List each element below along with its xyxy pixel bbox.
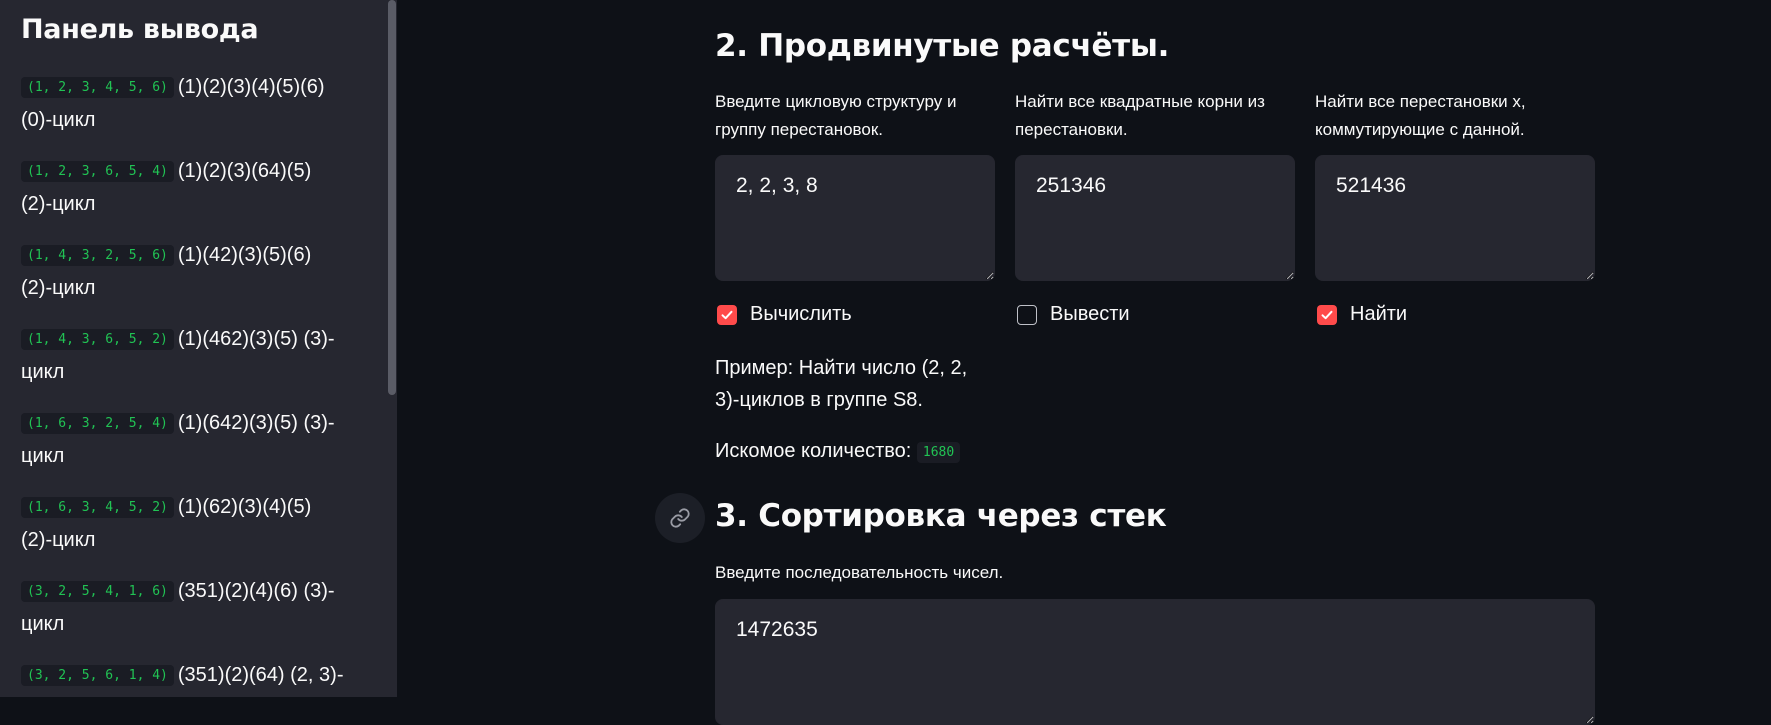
commuting-label: Найти все перестановки x, коммутирующие … xyxy=(1315,92,1526,139)
permutation-code: (1, 6, 3, 2, 5, 4) xyxy=(21,413,174,434)
output-item: (1, 2, 3, 4, 5, 6) (1)(2)(3)(4)(5)(6) (0)-… xyxy=(21,72,371,156)
find-checkbox-label: Найти xyxy=(1350,303,1408,325)
cycle-notation: (1)(2)(3)(64)(5) xyxy=(177,160,312,182)
result-value: 1680 xyxy=(916,442,961,463)
permutation-code: (3, 2, 5, 4, 1, 6) xyxy=(21,581,174,602)
permutation-code: (1, 2, 3, 4, 5, 6) xyxy=(21,77,174,98)
cycle-type: (2)-цикл xyxy=(21,193,96,215)
permutation-code: (1, 6, 3, 4, 5, 2) xyxy=(21,497,174,518)
find-checkbox[interactable]: Найти xyxy=(1317,303,1407,326)
compute-checkbox-label: Вычислить xyxy=(750,303,852,325)
permutation-code: (1, 2, 3, 6, 5, 4) xyxy=(21,161,174,182)
output-item: (1, 6, 3, 2, 5, 4) (1)(642)(3)(5) (3)- цик… xyxy=(21,408,371,492)
cycle-notation: (1)(62)(3)(4)(5) xyxy=(177,496,312,518)
cycle-notation: (351)(2)(4)(6) (3)- xyxy=(177,580,335,602)
checkmark-icon[interactable] xyxy=(717,304,737,325)
result-line: Искомое количество: 1680 xyxy=(715,435,961,470)
cycle-notation: (1)(642)(3)(5) (3)- xyxy=(177,412,335,434)
sidebar-scrollbar[interactable] xyxy=(388,0,396,395)
section-3-title: 3. Сортировка через стек xyxy=(715,498,1167,534)
cycle-type: цикл xyxy=(21,445,65,467)
permutation-code: (1, 4, 3, 6, 5, 2) xyxy=(21,329,174,350)
output-item: (3, 2, 5, 6, 1, 4) (351)(2)(64) (2, 3)- xyxy=(21,660,371,697)
section-2-title: 2. Продвинутые расчёты. xyxy=(715,28,1170,64)
link-icon[interactable] xyxy=(655,493,705,543)
output-item: (1, 4, 3, 6, 5, 2) (1)(462)(3)(5) (3)- цик… xyxy=(21,324,371,408)
cycle-type: (2)-цикл xyxy=(21,529,96,551)
cycle-notation: (1)(2)(3)(4)(5)(6) xyxy=(177,76,325,98)
output-item: (1, 6, 3, 4, 5, 2) (1)(62)(3)(4)(5) (2)-ци… xyxy=(21,492,371,576)
checkbox-empty-icon[interactable] xyxy=(1017,304,1037,325)
cycle-notation: (1)(42)(3)(5)(6) xyxy=(177,244,312,266)
example-text: Пример: Найти число (2, 2, 3)-циклов в г… xyxy=(715,357,968,411)
permutation-code: (1, 4, 3, 2, 5, 6) xyxy=(21,245,174,266)
square-roots-label: Найти все квадратные корни из перестанов… xyxy=(1015,92,1265,139)
checkmark-icon[interactable] xyxy=(1317,304,1337,325)
cycle-type: цикл xyxy=(21,613,65,635)
output-sidebar: Панель вывода (1, 2, 3, 4, 5, 6) (1)(2)(3… xyxy=(0,0,397,697)
output-checkbox-label: Вывести xyxy=(1050,303,1130,325)
cycle-notation: (1)(462)(3)(5) (3)- xyxy=(177,328,335,350)
sequence-input[interactable]: 1472635 xyxy=(715,599,1595,725)
cycle-structure-input[interactable]: 2, 2, 3, 8 xyxy=(715,155,995,281)
cycle-type: (2)-цикл xyxy=(21,277,96,299)
cycle-type: цикл xyxy=(21,361,65,383)
output-checkbox[interactable]: Вывести xyxy=(1017,303,1130,326)
output-item: (1, 2, 3, 6, 5, 4) (1)(2)(3)(64)(5) (2)-ци… xyxy=(21,156,371,240)
cycle-notation: (351)(2)(64) (2, 3)- xyxy=(177,664,344,686)
output-list: (1, 2, 3, 4, 5, 6) (1)(2)(3)(4)(5)(6) (0)-… xyxy=(21,72,371,697)
cycle-type: (0)-цикл xyxy=(21,109,96,131)
square-roots-input[interactable]: 251346 xyxy=(1015,155,1295,281)
output-item: (1, 4, 3, 2, 5, 6) (1)(42)(3)(5)(6) (2)-ци… xyxy=(21,240,371,324)
sidebar-title: Панель вывода xyxy=(21,14,259,45)
commuting-input[interactable]: 521436 xyxy=(1315,155,1595,281)
sequence-label: Введите последовательность чисел. xyxy=(715,563,1004,582)
result-label: Искомое количество: xyxy=(715,440,912,462)
cycle-structure-label: Введите цикловую структуру и группу пере… xyxy=(715,92,957,139)
output-item: (3, 2, 5, 4, 1, 6) (351)(2)(4)(6) (3)- цик… xyxy=(21,576,371,660)
compute-checkbox[interactable]: Вычислить xyxy=(717,303,852,326)
permutation-code: (3, 2, 5, 6, 1, 4) xyxy=(21,665,174,686)
